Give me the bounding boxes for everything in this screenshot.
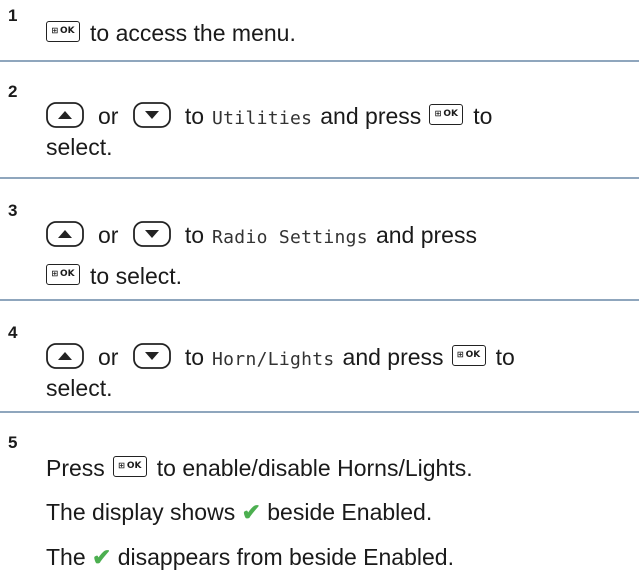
- step-number: 4: [8, 323, 18, 342]
- ok-key-icon: ⊞ OK: [429, 104, 464, 126]
- step-3: 3 or to Radio Settings and press ⊞ OK to sel…: [0, 179, 639, 301]
- checkmark-icon: ✔: [241, 499, 261, 525]
- ok-key-icon: ⊞ OK: [451, 345, 486, 367]
- step-text: to enable/disable Horns/Lights.: [156, 455, 473, 481]
- ok-key-icon: ⊞ OK: [46, 264, 80, 286]
- step-2: 2 or to Utilities and press ⊞ OK to select.: [0, 62, 639, 179]
- down-arrow-key-icon: [132, 343, 171, 369]
- checkmark-icon: ✔: [92, 544, 112, 570]
- step-1: 1 ⊞ OK to access the menu.: [0, 0, 639, 62]
- or-text: or: [98, 103, 119, 129]
- ok-key-icon: ⊞ OK: [46, 21, 80, 43]
- step-text: select.: [46, 375, 113, 401]
- up-arrow-key-icon: [46, 221, 84, 247]
- up-arrow-key-icon: [46, 343, 84, 369]
- step-text: to select.: [90, 263, 183, 289]
- step-number: 5: [8, 433, 18, 452]
- down-arrow-key-icon: [132, 102, 171, 128]
- menu-item-radio-settings: Radio Settings: [212, 227, 368, 248]
- step-text: to access the menu.: [90, 20, 296, 46]
- step-4: 4 or to Horn/Lights and press ⊞ OK to select.: [0, 301, 639, 413]
- menu-item-horn-lights: Horn/Lights: [212, 349, 335, 370]
- step-5: 5 Press ⊞ OK to enable/disable Horns/Lights…: [8, 433, 473, 570]
- ok-key-icon: ⊞ OK: [112, 456, 147, 478]
- step-number: 3: [8, 201, 18, 220]
- down-arrow-key-icon: [132, 221, 171, 247]
- menu-item-utilities: Utilities: [212, 108, 313, 129]
- up-arrow-key-icon: [46, 102, 84, 128]
- step-text: select.: [46, 134, 113, 160]
- step-number: 1: [8, 6, 18, 25]
- step-number: 2: [8, 82, 18, 101]
